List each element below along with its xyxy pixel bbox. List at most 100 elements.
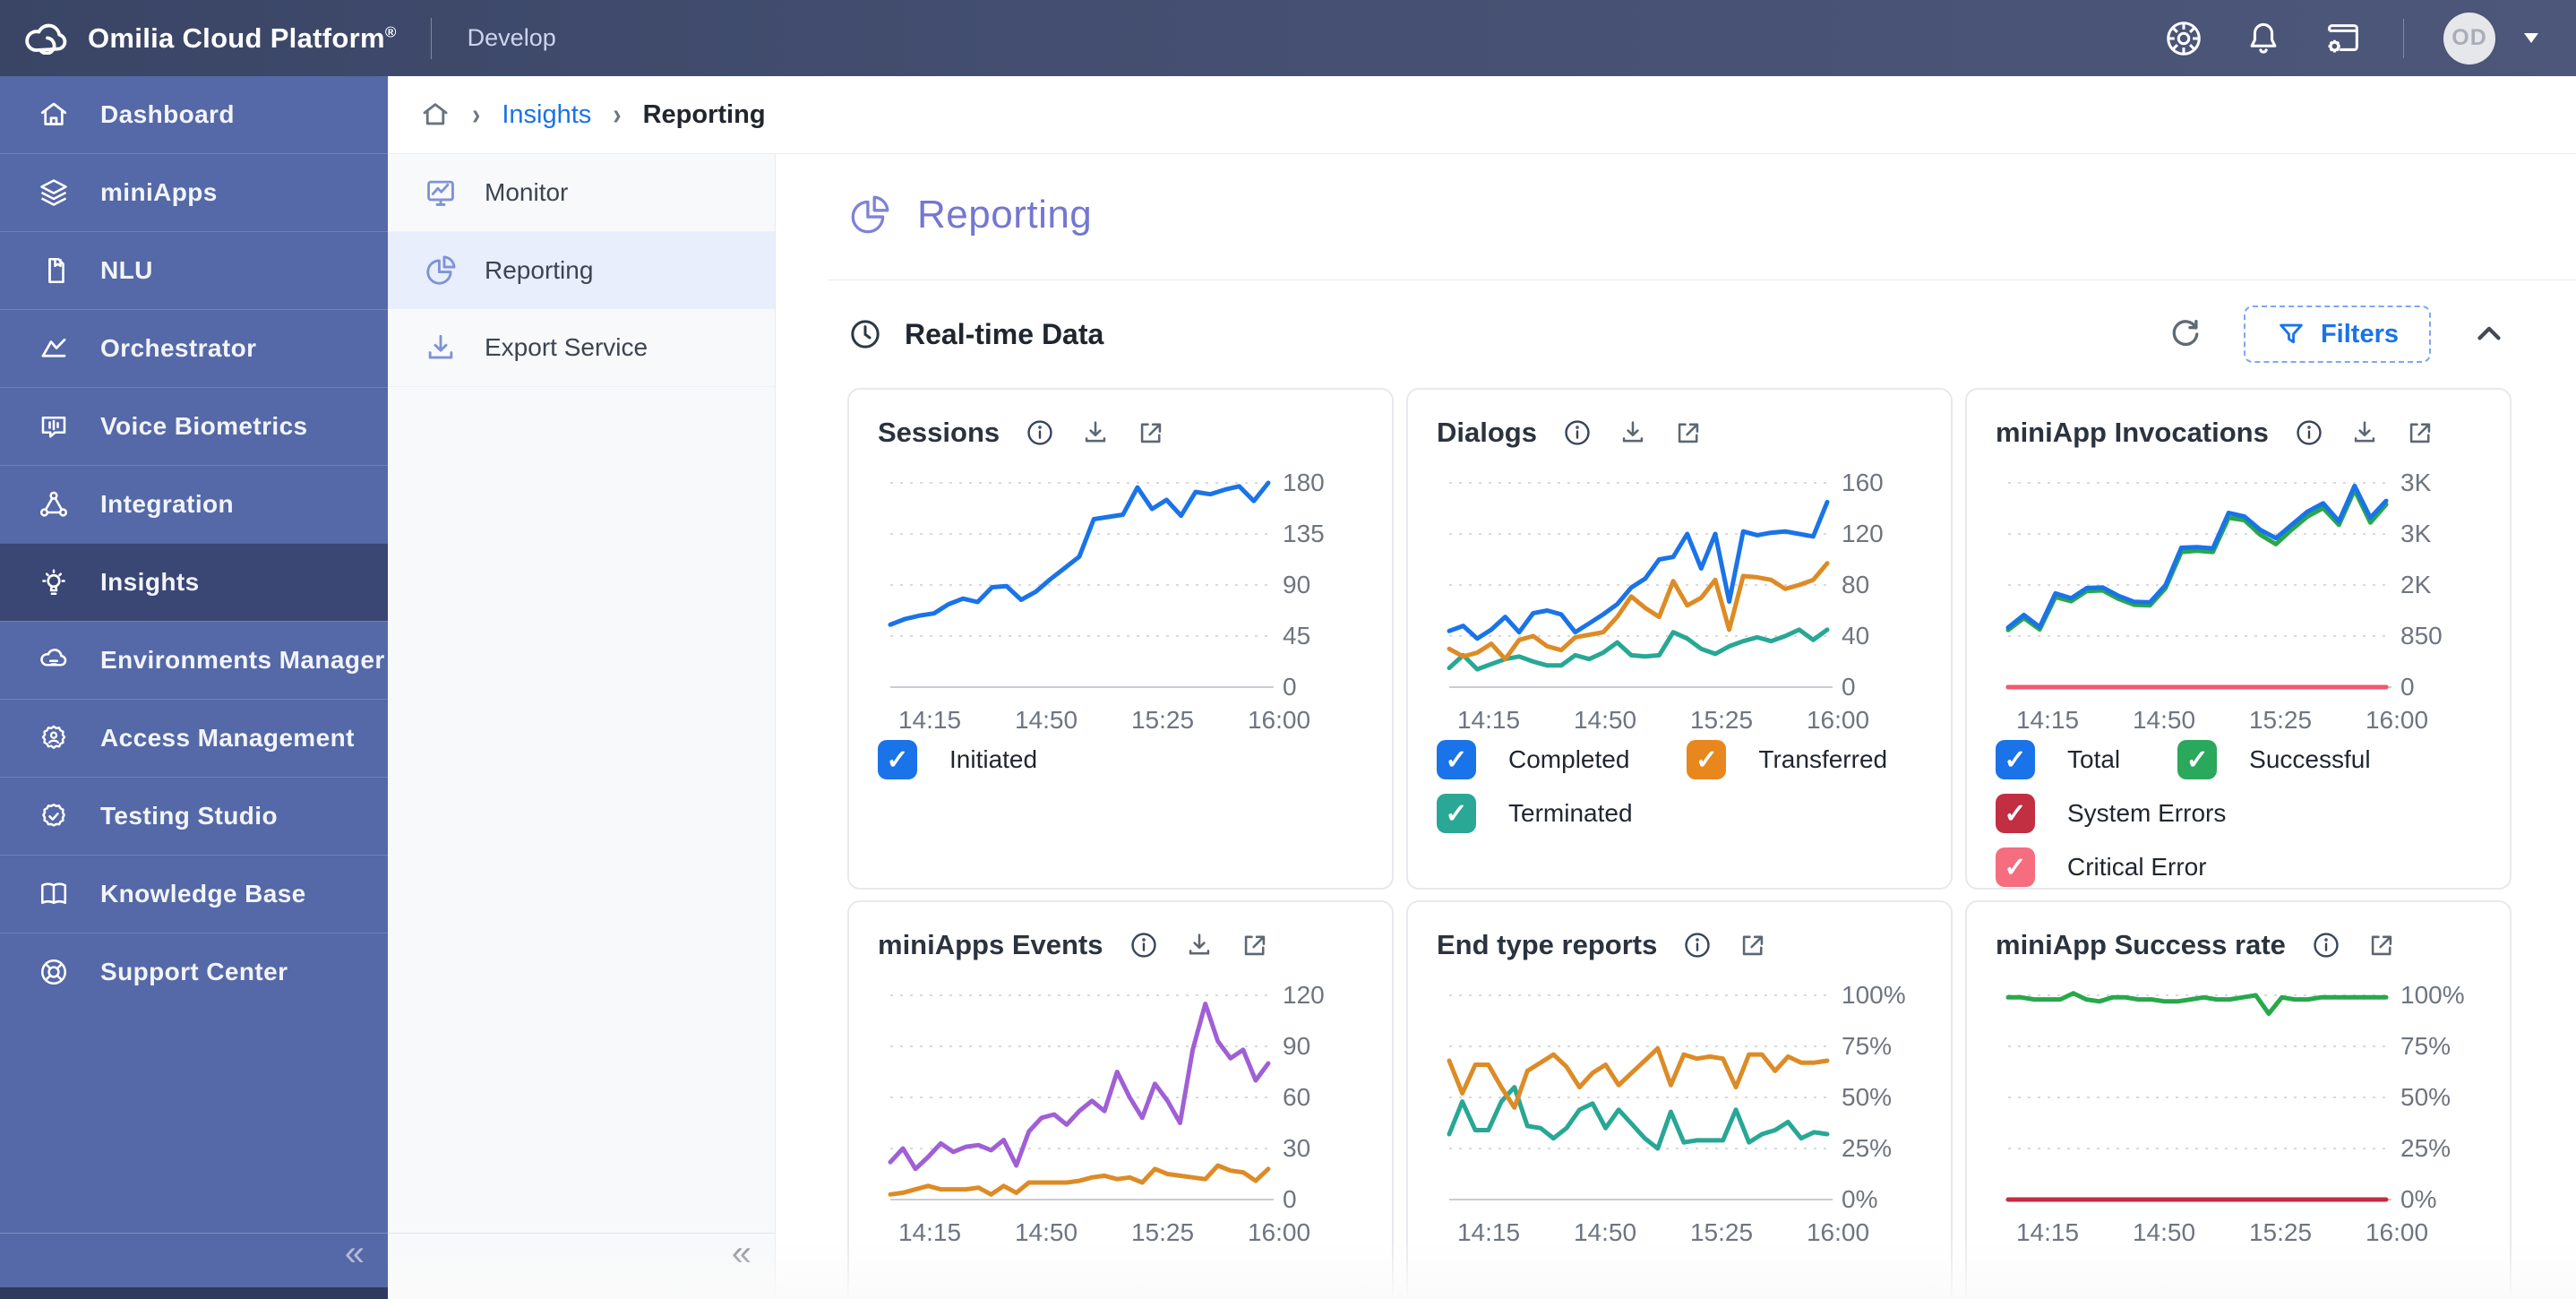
home-breadcrumb-icon[interactable] (420, 99, 451, 130)
svg-text:0%: 0% (1842, 1185, 1877, 1213)
sidebar-item-environments-manager[interactable]: Environments Manager (0, 621, 388, 699)
info-icon[interactable] (2311, 930, 2341, 960)
sidebar-item-nlu[interactable]: NLU (0, 231, 388, 309)
legend-item[interactable]: ✓ Terminated (1437, 794, 1633, 833)
legend-item[interactable]: ✓ Successful (2177, 740, 2371, 779)
page-title-row: Reporting (847, 190, 2576, 240)
sidebar-item-label: Insights (100, 568, 200, 596)
collapse-section-chevron-up-icon[interactable] (2470, 315, 2508, 353)
svg-text:2K: 2K (2400, 571, 2432, 598)
breadcrumb-link-insights[interactable]: Insights (502, 100, 591, 130)
avatar[interactable]: OD (2443, 12, 2495, 65)
svg-text:0: 0 (2400, 673, 2415, 701)
sidebar-item-miniapps[interactable]: miniApps (0, 153, 388, 231)
svg-text:14:50: 14:50 (2133, 706, 2195, 734)
sidebar-item-voice-biometrics[interactable]: Voice Biometrics (0, 387, 388, 465)
primary-sidebar: Dashboard miniApps NLU Orchestrator Voic… (0, 76, 388, 1299)
info-icon[interactable] (1129, 930, 1159, 960)
legend-checkbox[interactable]: ✓ (1437, 740, 1476, 779)
card-title: Dialogs (1437, 417, 1537, 448)
sidebar-item-access-management[interactable]: Access Management (0, 699, 388, 777)
sidebar-item-knowledge-base[interactable]: Knowledge Base (0, 855, 388, 933)
brand-name: Omilia Cloud Platform® (88, 22, 397, 54)
legend-checkbox[interactable]: ✓ (2177, 740, 2218, 779)
subnav-item-monitor[interactable]: Monitor (388, 154, 775, 232)
header-actions: OD (2163, 12, 2538, 65)
sidebar-item-label: Knowledge Base (100, 880, 306, 908)
sidebar-item-support-center[interactable]: Support Center (0, 933, 388, 1011)
chart-card-miniapps-events: miniApps Events 120 90 60 30 0 14:15 14:50 15:2… (847, 900, 1394, 1299)
environments-cloud-icon (40, 649, 67, 667)
sidebar-item-testing-studio[interactable]: Testing Studio (0, 777, 388, 855)
sidebar-item-dashboard[interactable]: Dashboard (0, 76, 388, 153)
info-icon[interactable] (2294, 417, 2324, 448)
legend-item[interactable]: ✓ Transferred (1687, 740, 1887, 779)
legend-checkbox[interactable]: ✓ (878, 740, 917, 779)
open-in-new-icon[interactable] (1673, 417, 1704, 448)
download-icon[interactable] (1080, 417, 1111, 448)
svg-text:14:50: 14:50 (2133, 1218, 2195, 1246)
open-in-new-icon[interactable] (1738, 930, 1768, 960)
user-menu[interactable]: OD (2443, 12, 2538, 65)
end-type-reports-svg: 100% 75% 50% 25% 0% 14:15 14:50 15:25 16:00 (1447, 981, 1906, 1246)
download-icon[interactable] (1618, 417, 1648, 448)
legend-item[interactable]: ✓ Completed (1437, 740, 1629, 779)
svg-text:160: 160 (1842, 469, 1884, 496)
brand-logo-group[interactable]: Omilia Cloud Platform® (23, 22, 397, 55)
card-title: miniApps Events (878, 929, 1103, 960)
sidebar-item-label: Testing Studio (100, 802, 278, 830)
subnav-collapse-button[interactable]: « (732, 1235, 751, 1271)
legend-checkbox[interactable]: ✓ (1996, 847, 2035, 887)
legend-checkbox[interactable]: ✓ (1996, 794, 2035, 833)
sidebar-item-label: Environments Manager (100, 646, 385, 674)
cloud-logo-icon (25, 23, 67, 55)
breadcrumb-current-page: Reporting (642, 99, 766, 129)
open-in-new-icon[interactable] (1136, 417, 1166, 448)
legend-item[interactable]: ✓ System Errors (1996, 794, 2226, 833)
open-in-new-icon[interactable] (1240, 930, 1270, 960)
nlu-cube-icon (48, 257, 64, 284)
sessions-chart: 180 135 90 45 0 14:15 14:50 15:25 16:00 (878, 461, 1363, 738)
legend-checkbox[interactable]: ✓ (1437, 794, 1476, 833)
info-icon[interactable] (1562, 417, 1593, 448)
settings-wheel-icon[interactable] (2163, 18, 2204, 59)
insights-lightbulb-icon (42, 569, 65, 596)
info-icon[interactable] (1025, 417, 1055, 448)
end-type-reports-chart: 100% 75% 50% 25% 0% 14:15 14:50 15:25 16:00 (1437, 974, 1922, 1251)
refresh-icon[interactable] (2167, 315, 2204, 353)
info-icon[interactable] (1682, 930, 1713, 960)
admin-console-icon[interactable] (2323, 18, 2364, 59)
legend-item[interactable]: ✓ Total (1996, 740, 2120, 779)
chart-card-miniapp-invocations: miniApp Invocations 3K 3K 2K 850 0 14:15 14:50… (1965, 388, 2512, 890)
sidebar-collapse-button[interactable]: « (345, 1235, 365, 1271)
access-management-icon (41, 725, 66, 749)
download-icon[interactable] (2349, 417, 2380, 448)
testing-studio-badge-icon (42, 803, 65, 827)
legend-item[interactable]: ✓ Critical Error (1996, 847, 2207, 887)
notifications-bell-icon[interactable] (2244, 19, 2283, 58)
svg-text:100%: 100% (1842, 981, 1906, 1009)
sidebar-item-insights[interactable]: Insights (0, 543, 388, 621)
legend-checkbox[interactable]: ✓ (1687, 740, 1727, 779)
open-in-new-icon[interactable] (2405, 417, 2435, 448)
sidebar-item-integration[interactable]: Integration (0, 465, 388, 543)
sidebar-item-label: Support Center (100, 958, 288, 985)
filters-button[interactable]: Filters (2243, 305, 2431, 363)
legend-checkbox[interactable]: ✓ (1996, 740, 2035, 779)
subnav-item-export-service[interactable]: Export Service (388, 309, 775, 387)
subnav-item-reporting[interactable]: Reporting (388, 232, 775, 309)
omilia-cloud-platform-app: Omilia Cloud Platform® Develop OD Dashbo… (0, 0, 2576, 1299)
legend-item[interactable]: ✓ Initiated (878, 740, 1037, 779)
home-icon (40, 102, 67, 125)
svg-text:90: 90 (1283, 571, 1310, 598)
miniapp-invocations-legend: ✓ Total ✓ Successful ✓ System Errors ✓ Critical… (1996, 740, 2481, 887)
svg-text:75%: 75% (1842, 1032, 1892, 1060)
svg-text:15:25: 15:25 (1131, 1218, 1194, 1246)
product-name[interactable]: Develop (468, 24, 556, 52)
chevron-down-icon[interactable] (2524, 33, 2538, 43)
svg-text:0: 0 (1842, 673, 1856, 701)
sidebar-item-orchestrator[interactable]: Orchestrator (0, 309, 388, 387)
download-icon[interactable] (1184, 930, 1215, 960)
sidebar-item-label: miniApps (100, 178, 218, 206)
open-in-new-icon[interactable] (2366, 930, 2397, 960)
